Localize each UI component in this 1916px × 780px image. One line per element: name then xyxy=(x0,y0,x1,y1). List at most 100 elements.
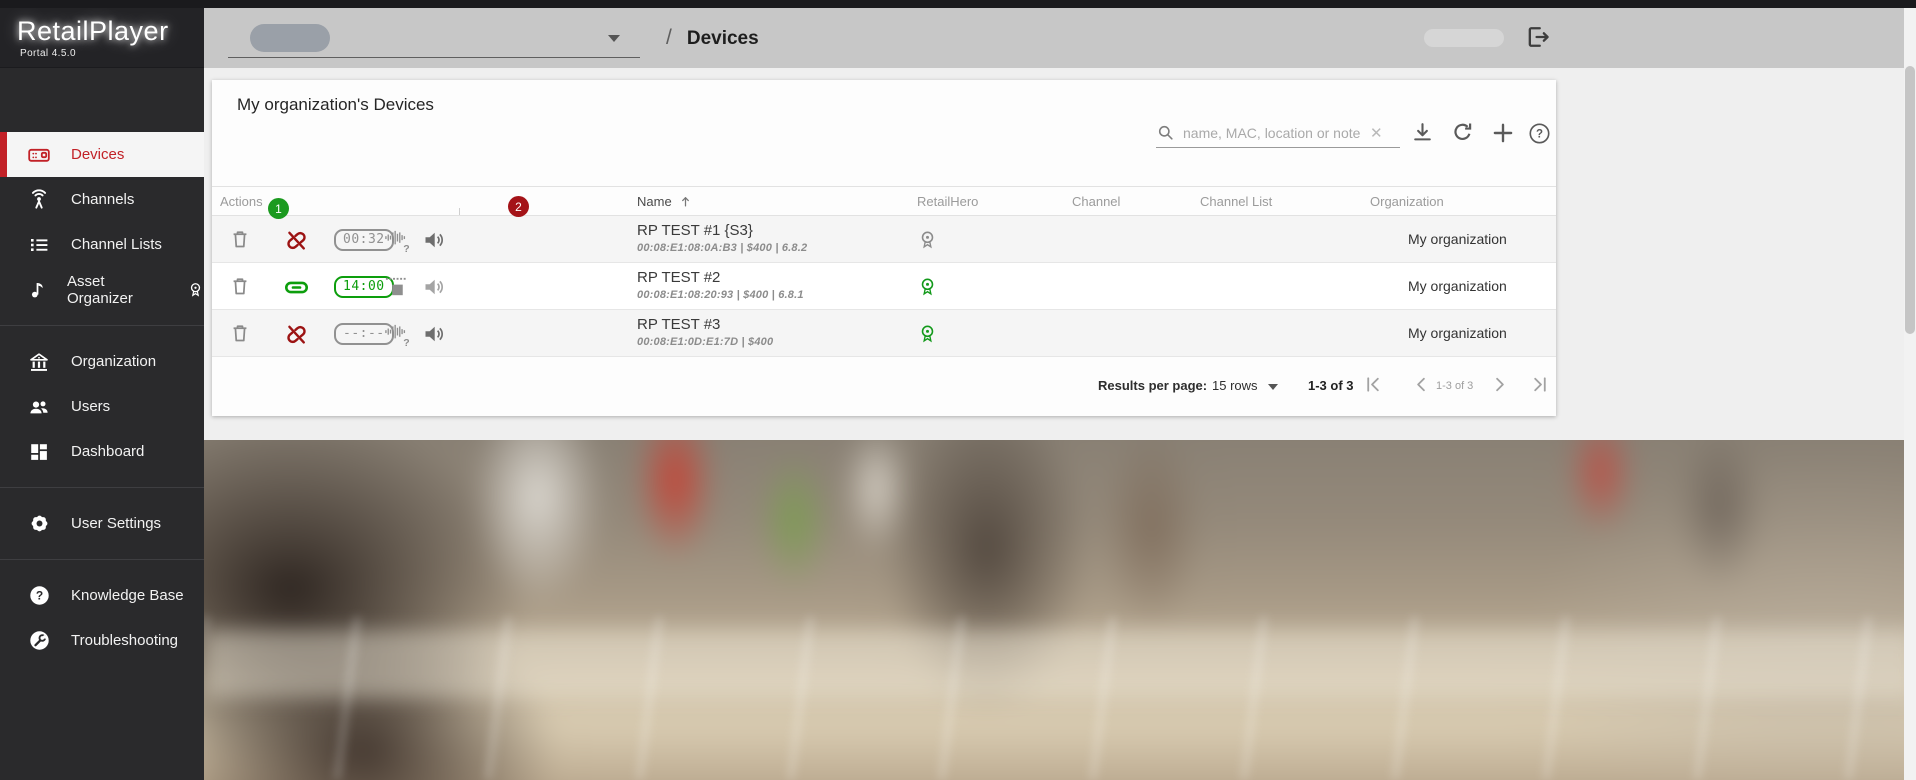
scrollbar-thumb[interactable] xyxy=(1905,66,1915,334)
broken-link-icon xyxy=(284,228,309,253)
plus-icon xyxy=(1490,120,1516,146)
sidebar-item-channels[interactable]: Channels xyxy=(0,177,204,222)
delete-device-button[interactable] xyxy=(229,322,251,344)
rows-per-page-select[interactable]: 15 rows xyxy=(1212,378,1258,393)
search-input[interactable] xyxy=(1183,125,1368,141)
speaker-icon[interactable] xyxy=(422,322,446,346)
sidebar-item-knowledge-base[interactable]: ? Knowledge Base xyxy=(0,573,204,618)
device-name[interactable]: RP TEST #2 xyxy=(637,269,804,286)
users-icon xyxy=(26,395,52,419)
speaker-icon[interactable] xyxy=(422,275,446,299)
sidebar-item-dashboard[interactable]: Dashboard xyxy=(0,429,204,474)
speaker-icon xyxy=(422,322,446,346)
sidebar-item-label: Asset Organizer xyxy=(67,273,158,307)
first-page-button[interactable] xyxy=(1362,373,1385,396)
clear-search-icon[interactable]: ✕ xyxy=(1370,124,1383,142)
breadcrumb: / Devices xyxy=(666,26,759,50)
wrench-circle-icon xyxy=(26,629,52,652)
sidebar-item-devices[interactable]: Devices xyxy=(0,132,204,177)
stop-stream-icon xyxy=(384,275,409,300)
trash-icon xyxy=(229,275,251,297)
chevron-right-icon xyxy=(1488,373,1511,396)
retailhero-badge-icon xyxy=(917,228,938,251)
device-organization: My organization xyxy=(1408,325,1507,341)
column-name-sort[interactable]: Name xyxy=(637,194,693,209)
column-retailhero[interactable]: RetailHero xyxy=(917,194,978,209)
sidebar-item-channel-lists[interactable]: Channel Lists xyxy=(0,222,204,267)
last-page-icon xyxy=(1528,373,1551,396)
connected-icon[interactable] xyxy=(284,275,309,300)
device-details: 00:08:E1:0D:E1:7D | $400 xyxy=(637,336,773,348)
column-channel-list[interactable]: Channel List xyxy=(1200,194,1272,209)
sidebar-item-asset-organizer[interactable]: Asset Organizer xyxy=(0,267,204,312)
brand-title: RetailPlayer xyxy=(17,16,204,47)
store-background-image xyxy=(204,440,1916,780)
last-page-button[interactable] xyxy=(1528,373,1551,396)
device-name-cell: RP TEST #2 00:08:E1:08:20:93 | $400 | 6.… xyxy=(637,269,804,301)
sidebar-item-troubleshooting[interactable]: Troubleshooting xyxy=(0,618,204,663)
speaker-icon[interactable] xyxy=(422,228,446,252)
sidebar-item-label: Channels xyxy=(71,191,134,208)
sidebar-item-label: Users xyxy=(71,398,110,415)
retailhero-badge-icon xyxy=(917,322,938,345)
first-page-icon xyxy=(1362,373,1385,396)
breadcrumb-current: Devices xyxy=(687,28,759,50)
device-name-cell: RP TEST #3 00:08:E1:0D:E1:7D | $400 xyxy=(637,316,773,348)
trash-icon xyxy=(229,228,251,250)
table-row[interactable]: 14:00 RP TEST #2 00:08:E1:08:20:93 | $40… xyxy=(212,263,1556,310)
devices-panel: My organization's Devices 1 xyxy=(212,80,1556,416)
device-details: 00:08:E1:08:20:93 | $400 | 6.8.1 xyxy=(637,289,804,301)
sidebar-item-label: Channel Lists xyxy=(71,236,162,253)
floor-tile-lines xyxy=(204,617,1916,780)
device-search: ✕ xyxy=(1156,118,1400,148)
logout-button[interactable] xyxy=(1524,23,1554,53)
stream-status-unknown-icon[interactable]: ? xyxy=(384,228,409,253)
refresh-button[interactable] xyxy=(1450,120,1475,145)
disconnected-icon[interactable] xyxy=(284,228,309,253)
column-organization[interactable]: Organization xyxy=(1370,194,1444,209)
question-circle-icon: ? xyxy=(26,584,52,607)
device-name[interactable]: RP TEST #1 {S3} xyxy=(637,222,807,239)
device-organization: My organization xyxy=(1408,231,1507,247)
delete-device-button[interactable] xyxy=(229,275,251,297)
delete-device-button[interactable] xyxy=(229,228,251,250)
search-icon xyxy=(1156,123,1175,142)
chevron-down-icon[interactable] xyxy=(1268,384,1278,390)
speaker-icon xyxy=(422,275,446,299)
add-device-button[interactable] xyxy=(1490,120,1516,146)
trash-icon xyxy=(229,322,251,344)
disconnected-icon[interactable] xyxy=(284,322,309,347)
disconnected-count-badge: 2 xyxy=(508,196,529,217)
panel-title: My organization's Devices xyxy=(237,95,434,115)
table-row[interactable]: 00:32 ? RP TEST #1 {S3} xyxy=(212,216,1556,263)
top-header: / Devices xyxy=(204,8,1916,68)
page-scrollbar[interactable] xyxy=(1904,8,1916,780)
column-channel[interactable]: Channel xyxy=(1072,194,1120,209)
download-icon xyxy=(1410,120,1435,145)
next-page-button[interactable] xyxy=(1488,373,1511,396)
stream-status-unknown-icon[interactable]: ? xyxy=(384,322,409,347)
retailplayer-portal: RetailPlayer Portal 4.5.0 Devices xyxy=(0,0,1916,780)
sidebar-item-label: Organization xyxy=(71,353,156,370)
top-strip xyxy=(0,0,1916,8)
organization-select[interactable] xyxy=(228,18,640,58)
broadcast-antenna-icon xyxy=(26,188,52,212)
device-name[interactable]: RP TEST #3 xyxy=(637,316,773,333)
previous-page-button[interactable] xyxy=(1410,373,1433,396)
column-name-label: Name xyxy=(637,194,672,209)
sidebar-item-organization[interactable]: Organization xyxy=(0,339,204,384)
help-button[interactable]: ? xyxy=(1528,122,1551,145)
svg-text:?: ? xyxy=(403,243,409,253)
stop-stream-button[interactable] xyxy=(384,275,409,300)
table-row[interactable]: --:-- ? RP TEST #3 00: xyxy=(212,310,1556,357)
help-icon: ? xyxy=(1528,122,1551,145)
sidebar-item-user-settings[interactable]: User Settings xyxy=(0,501,204,546)
result-range-label: 1-3 of 3 xyxy=(1308,378,1354,393)
results-per-page-label: Results per page: xyxy=(1098,378,1207,393)
export-download-button[interactable] xyxy=(1410,120,1435,145)
refresh-icon xyxy=(1450,120,1475,145)
brand-logo: RetailPlayer Portal 4.5.0 xyxy=(0,0,204,68)
sidebar-divider xyxy=(0,487,204,488)
sidebar-item-users[interactable]: Users xyxy=(0,384,204,429)
waveform-question-icon: ? xyxy=(384,228,409,253)
